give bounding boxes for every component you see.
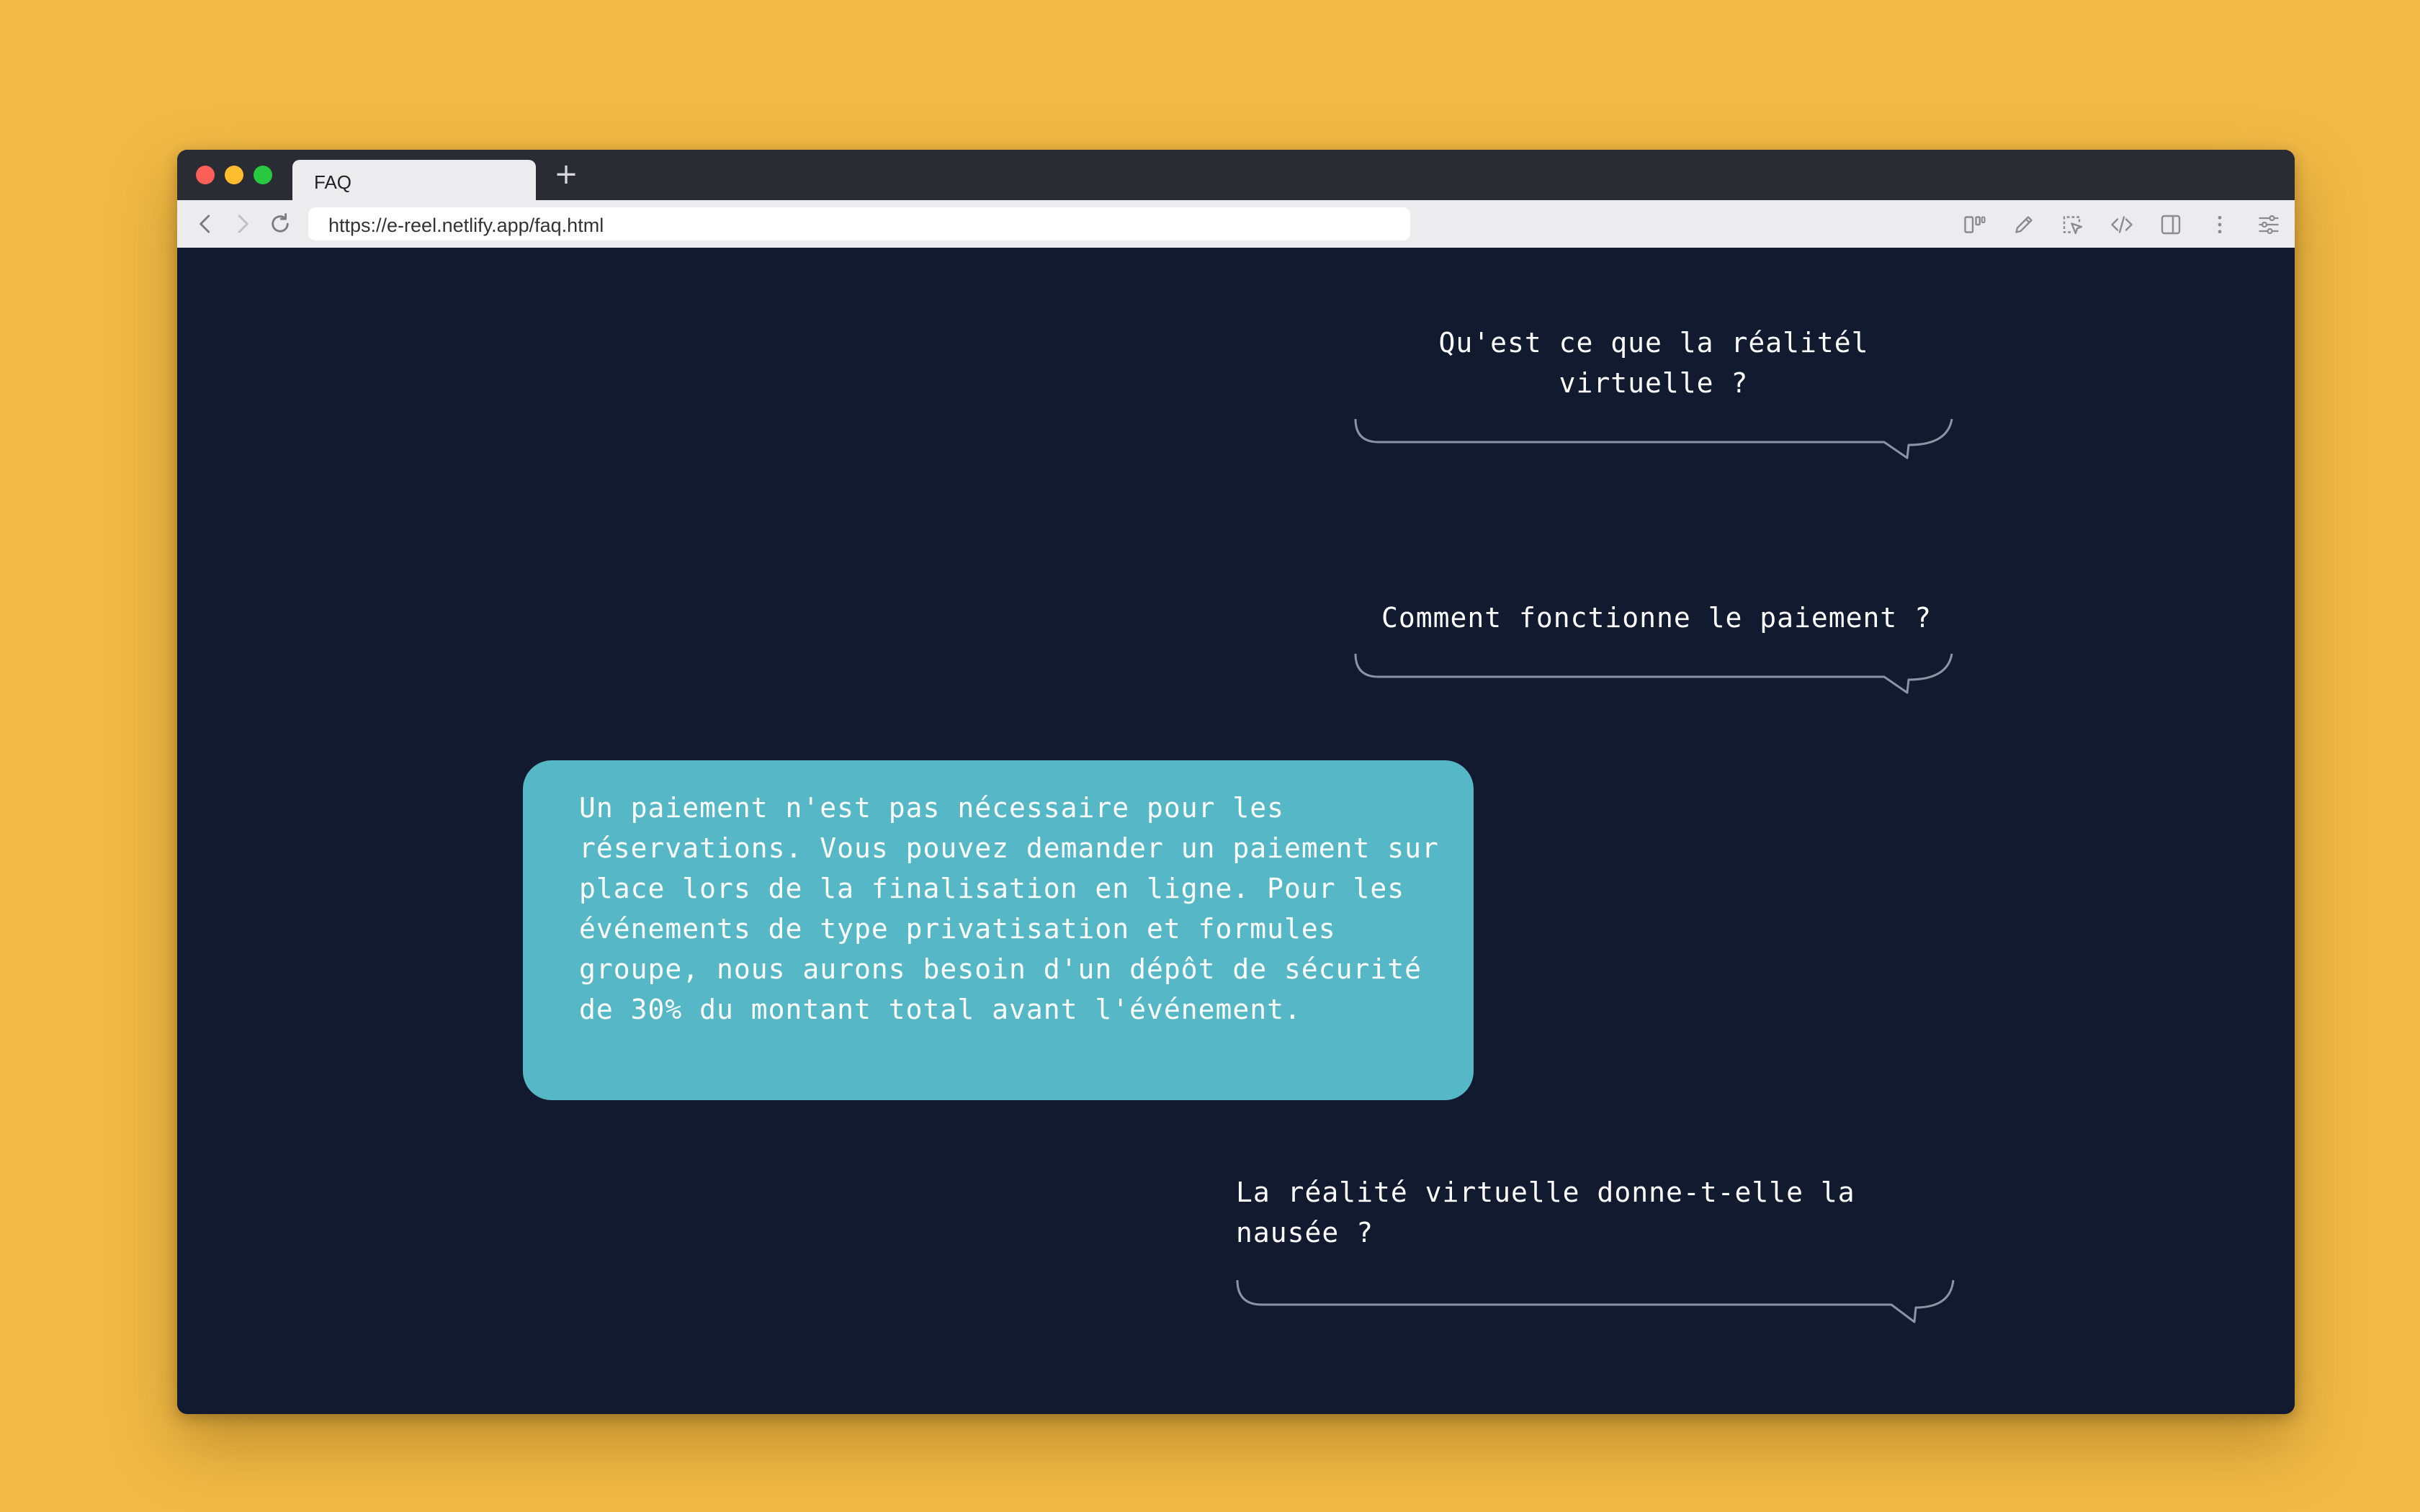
settings-sliders-icon[interactable] (2256, 212, 2282, 238)
address-bar[interactable]: https://e-reel.netlify.app/faq.html (308, 207, 1410, 240)
tab-bar: FAQ + (177, 150, 2295, 200)
pen-icon[interactable] (2011, 212, 2037, 238)
zoom-window-button[interactable] (254, 166, 272, 184)
new-tab-button[interactable]: + (550, 158, 582, 190)
faq-answer-text: Un paiement n'est pas nécessaire pour le… (579, 792, 1439, 1025)
code-icon[interactable] (2109, 212, 2135, 238)
url-text: https://e-reel.netlify.app/faq.html (328, 215, 604, 236)
element-picker-icon[interactable] (2060, 212, 2086, 238)
faq-question-3[interactable]: La réalité virtuelle donne-t-elle la nau… (1236, 1172, 1899, 1253)
minimize-window-button[interactable] (225, 166, 243, 184)
speech-bubble-tail-3 (1236, 1279, 1955, 1323)
page-content: Qu'est ce que la réalitél virtuelle ? Co… (177, 248, 2295, 1414)
browser-toolbar: https://e-reel.netlify.app/faq.html (177, 200, 2295, 248)
faq-question-2[interactable]: Comment fonctionne le paiement ? (1368, 598, 1945, 638)
reload-icon[interactable] (266, 210, 294, 238)
faq-question-1[interactable]: Qu'est ce que la réalitél virtuelle ? (1394, 323, 1913, 403)
back-icon[interactable] (192, 210, 219, 238)
speech-bubble-tail-2 (1354, 653, 1953, 694)
tab-faq[interactable]: FAQ (292, 160, 536, 200)
forward-icon[interactable] (229, 210, 256, 238)
close-window-button[interactable] (196, 166, 215, 184)
browser-window: FAQ + https://e-reel.netlify.app/faq.htm… (177, 150, 2295, 1414)
speech-bubble-tail-1 (1354, 418, 1953, 459)
sidebar-icon[interactable] (2158, 212, 2184, 238)
faq-answer-bubble: Un paiement n'est pas nécessaire pour le… (523, 760, 1474, 1100)
tab-title: FAQ (314, 171, 352, 193)
more-icon[interactable] (2207, 212, 2233, 238)
reader-view-icon[interactable] (1962, 212, 1988, 238)
